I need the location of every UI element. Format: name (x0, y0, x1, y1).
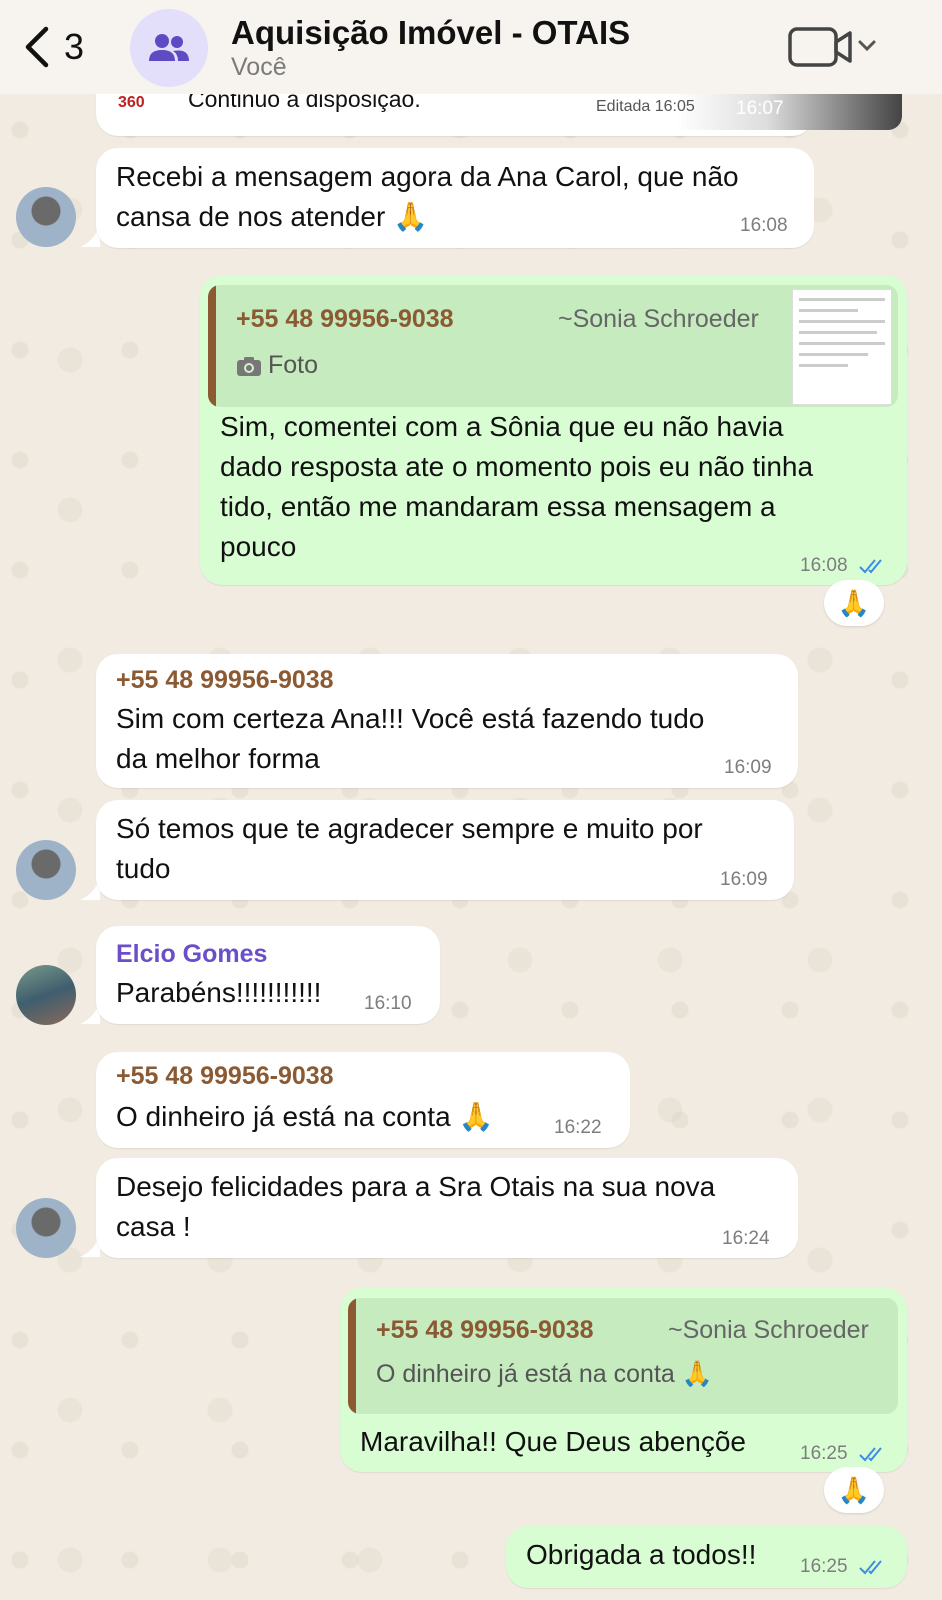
message-bubble[interactable]: +55 48 99956-9038 ~Sonia Schroeder O din… (340, 1288, 907, 1472)
company-logo: 360 (118, 94, 145, 111)
message-text-line: Desejo felicidades para a Sra Otais na s… (116, 1171, 716, 1202)
message-text-line: Sim, comentei com a Sônia que eu não hav… (220, 411, 784, 442)
message-bubble[interactable]: Elcio Gomes Parabéns!!!!!!!!!!! 16:10 (96, 926, 440, 1024)
back-button[interactable]: 3 (20, 22, 110, 72)
avatar[interactable] (16, 840, 76, 900)
read-receipt-icon (859, 1560, 882, 1575)
unread-count: 3 (64, 26, 85, 67)
quoted-message[interactable]: +55 48 99956-9038 ~Sonia Schroeder O din… (348, 1298, 898, 1414)
message-time: 16:09 (720, 869, 768, 890)
message-time: 16:22 (554, 1117, 602, 1138)
quote-media-type: Foto (268, 351, 319, 379)
chat-header: 3 Aquisição Imóvel - OTAIS Você (0, 0, 942, 94)
message-bubble[interactable]: +55 48 99956-9038 ~Sonia Schroeder Foto … (200, 275, 907, 585)
quote-sender-name: ~Sonia Schroeder (558, 305, 759, 333)
quote-bar (208, 285, 216, 407)
message-text: Maravilha!! Que Deus abençõe (360, 1426, 746, 1457)
read-receipt-icon (859, 559, 882, 574)
message-time: 16:07 (736, 98, 784, 119)
edited-label: Editada 16:05 (596, 98, 695, 115)
message-bubble[interactable]: +55 48 99956-9038 Sim com certeza Ana!!!… (96, 654, 798, 788)
reaction-badge[interactable]: 🙏 (824, 580, 884, 626)
message-time: 16:24 (722, 1228, 770, 1249)
quote-text: O dinheiro já está na conta 🙏 (376, 1360, 713, 1388)
avatar[interactable] (16, 187, 76, 247)
message-text-line: Sim com certeza Ana!!! Você está fazendo… (116, 703, 705, 734)
message-time: 16:08 (800, 555, 848, 576)
message-bubble[interactable]: Recebi a mensagem agora da Ana Carol, qu… (96, 148, 814, 248)
chat-subtitle: Você (231, 53, 287, 81)
message-text-line: pouco (220, 531, 297, 562)
message-text: Parabéns!!!!!!!!!!! (116, 977, 322, 1008)
video-call-icon[interactable] (788, 25, 878, 69)
group-icon (149, 34, 189, 61)
message-bubble[interactable]: +55 48 99956-9038 O dinheiro já está na … (96, 1052, 630, 1148)
message-bubble[interactable]: Desejo felicidades para a Sra Otais na s… (96, 1158, 798, 1258)
quote-thumbnail (792, 289, 892, 405)
group-avatar[interactable] (130, 9, 208, 87)
reaction-badge[interactable]: 🙏 (824, 1467, 884, 1513)
message-time: 16:25 (800, 1556, 848, 1577)
message-bubble[interactable]: Obrigada a todos!! 16:25 (506, 1526, 907, 1588)
message-sender[interactable]: Elcio Gomes (116, 940, 267, 969)
quote-sender-name: ~Sonia Schroeder (668, 1316, 869, 1344)
message-text-line: dado resposta ate o momento pois eu não … (220, 451, 814, 482)
message-bubble[interactable]: Só temos que te agradecer sempre e muito… (96, 800, 794, 900)
message-text-line: Só temos que te agradecer sempre e muito… (116, 813, 703, 844)
message-text-line: da melhor forma (116, 743, 320, 774)
message-time: 16:25 (800, 1443, 848, 1464)
quote-bar (348, 1298, 356, 1414)
message-text: Obrigada a todos!! (526, 1539, 757, 1570)
quote-sender: +55 48 99956-9038 (236, 305, 454, 333)
message-text-line: tido, então me mandaram essa mensagem a (220, 491, 776, 522)
message-text-line: casa ! (116, 1211, 191, 1242)
message-text-line: cansa de nos atender 🙏 (116, 201, 428, 232)
chat-title[interactable]: Aquisição Imóvel - OTAIS (231, 14, 630, 52)
message-sender[interactable]: +55 48 99956-9038 (116, 1062, 334, 1091)
message-time: 16:08 (740, 215, 788, 236)
read-receipt-icon (859, 1447, 882, 1462)
camera-icon (237, 357, 261, 376)
media-strip (676, 94, 902, 130)
quote-sender: +55 48 99956-9038 (376, 1316, 594, 1344)
message-time: 16:09 (724, 757, 772, 778)
message-sender[interactable]: +55 48 99956-9038 (116, 666, 334, 695)
chevron-left-icon (25, 26, 49, 68)
message-text: O dinheiro já está na conta 🙏 (116, 1101, 494, 1132)
quoted-message[interactable]: +55 48 99956-9038 ~Sonia Schroeder Foto (208, 285, 898, 407)
message-time: 16:10 (364, 993, 412, 1014)
message-text-line: Recebi a mensagem agora da Ana Carol, qu… (116, 161, 739, 192)
avatar[interactable] (16, 965, 76, 1025)
message-text-line: tudo (116, 853, 171, 884)
avatar[interactable] (16, 1198, 76, 1258)
